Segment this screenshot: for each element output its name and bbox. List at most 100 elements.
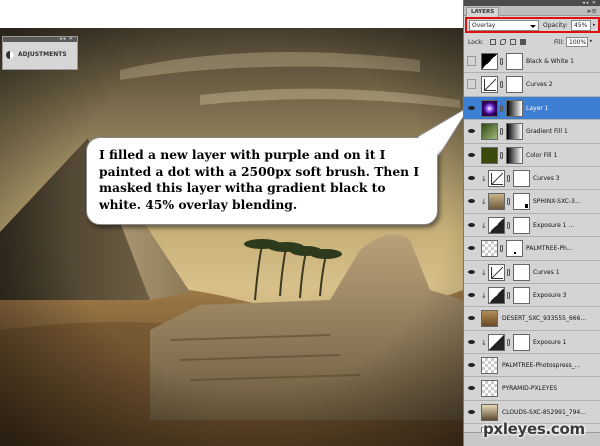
link-chain-icon[interactable] <box>500 128 503 136</box>
layer-row[interactable]: Black & White 1 <box>464 50 600 74</box>
opacity-slider-arrow-icon[interactable]: ▸ <box>593 22 596 28</box>
layer-row[interactable]: DESERT_SXC_933555_666... <box>464 307 600 331</box>
exposure-adjustment-icon[interactable] <box>488 286 505 304</box>
link-chain-icon[interactable] <box>500 245 503 253</box>
clipping-arrow-icon: ↓ <box>481 174 487 183</box>
visibility-eye-icon[interactable] <box>466 218 477 232</box>
gradient-fill-thumbnail[interactable] <box>481 123 498 141</box>
layer-mask-thumbnail[interactable] <box>513 263 530 281</box>
visibility-eye-icon[interactable] <box>466 265 477 279</box>
visibility-eye-icon[interactable] <box>466 148 477 162</box>
sphinx-thumbnail[interactable] <box>488 193 505 211</box>
layer-name: Exposure 1 <box>533 338 567 346</box>
visibility-eye-icon[interactable] <box>466 194 477 208</box>
layer-row[interactable]: ↓ Exposure 1 ... <box>464 213 600 238</box>
layer-mask-thumbnail[interactable] <box>506 53 523 70</box>
visibility-eye-icon[interactable] <box>466 124 477 138</box>
link-chain-icon[interactable] <box>507 198 510 206</box>
layer-name: PALMTREE-Photospress_... <box>502 362 581 370</box>
purple-glow-thumbnail[interactable] <box>481 99 498 117</box>
layer-row[interactable]: PALMTREE-Ph... <box>464 237 600 261</box>
layer-mask-thumbnail[interactable] <box>506 240 523 258</box>
layers-list: Black & White 1 Curves 2 Layer 1 Gradient F… <box>464 50 600 446</box>
visibility-eye-icon[interactable] <box>466 405 477 419</box>
layer-row[interactable]: Layer 1 <box>464 96 600 121</box>
palmtree-thumbnail[interactable] <box>481 240 498 258</box>
adjustments-panel[interactable]: ◂◂ ✕ ADJUSTMENTS <box>2 36 78 70</box>
pyramid-thumbnail[interactable] <box>481 380 498 398</box>
color-fill-thumbnail[interactable] <box>481 146 498 164</box>
link-chain-icon[interactable] <box>500 81 503 89</box>
visibility-eye-icon[interactable] <box>467 56 476 66</box>
layer-row[interactable]: Curves 2 <box>464 73 600 97</box>
collapse-icon[interactable]: ◂◂ ✕ <box>59 37 77 42</box>
exposure-adjustment-icon[interactable] <box>488 216 505 234</box>
layer-mask-thumbnail[interactable] <box>506 99 523 117</box>
layer-mask-thumbnail[interactable] <box>513 193 530 211</box>
link-chain-icon[interactable] <box>500 104 503 112</box>
panel-title-strip[interactable]: ◂◂ ✕ <box>3 37 77 42</box>
link-chain-icon[interactable] <box>507 268 510 276</box>
palmtree-thumbnail[interactable] <box>481 357 498 375</box>
layer-mask-thumbnail[interactable] <box>513 169 530 187</box>
opacity-input[interactable]: 45% <box>571 20 591 31</box>
panel-menu-icon[interactable]: ▸≡ <box>588 6 597 16</box>
tab-layers[interactable]: LAYERS <box>466 7 500 17</box>
layer-row[interactable]: ↓ Curves 3 <box>464 166 600 191</box>
visibility-eye-icon[interactable] <box>466 358 477 372</box>
clipping-arrow-icon: ↓ <box>481 221 487 230</box>
layer-row[interactable]: ↓ Exposure 3 <box>464 283 600 308</box>
adjustments-icon <box>6 50 14 59</box>
layers-panel[interactable]: ◂◂ ✕ LAYERS ▸≡ Overlay Opacity: 45% ▸ Lo… <box>463 0 600 446</box>
layer-name: PYRAMID-PXLEYES <box>502 385 558 393</box>
visibility-eye-icon[interactable] <box>466 381 477 395</box>
curves-adjustment-icon[interactable] <box>481 76 498 94</box>
fill-slider-arrow-icon[interactable]: ▸ <box>590 38 593 44</box>
visibility-eye-icon[interactable] <box>466 335 477 349</box>
layer-row[interactable]: ↓ SPHINX-SXC-3... <box>464 190 600 214</box>
visibility-eye-icon[interactable] <box>466 311 477 325</box>
visibility-eye-icon[interactable] <box>466 101 477 115</box>
curves-adjustment-icon[interactable] <box>488 263 505 281</box>
layer-row[interactable]: ↓ Curves 1 <box>464 260 600 284</box>
lock-transparency-icon[interactable] <box>490 39 496 45</box>
layer-row[interactable]: PYRAMID-PXLEYES <box>464 377 600 401</box>
lock-position-icon[interactable] <box>510 39 516 45</box>
lock-pixels-icon[interactable] <box>500 39 506 45</box>
link-chain-icon[interactable] <box>507 221 510 229</box>
opacity-value: 45% <box>574 22 588 29</box>
layer-mask-thumbnail[interactable] <box>513 333 530 351</box>
curves-adjustment-icon[interactable] <box>488 169 505 187</box>
link-chain-icon[interactable] <box>500 58 503 65</box>
desert-thumbnail[interactable] <box>481 310 498 328</box>
visibility-eye-icon[interactable] <box>466 288 477 302</box>
link-chain-icon[interactable] <box>507 291 510 299</box>
link-chain-icon[interactable] <box>507 174 510 182</box>
layer-row[interactable]: PALMTREE-Photospress_... <box>464 354 600 378</box>
clouds-thumbnail[interactable] <box>481 403 498 421</box>
visibility-eye-icon[interactable] <box>466 241 477 255</box>
layer-row[interactable]: Color Fill 1 <box>464 143 600 167</box>
layer-mask-thumbnail[interactable] <box>513 286 530 304</box>
blend-mode-select[interactable]: Overlay <box>469 20 539 31</box>
layer-row[interactable]: Gradient Fill 1 <box>464 120 600 144</box>
layer-mask-thumbnail[interactable] <box>506 146 523 164</box>
lock-all-icon[interactable] <box>520 39 526 45</box>
lock-label: Lock: <box>468 39 484 46</box>
layer-name: SPHINX-SXC-3... <box>533 198 581 206</box>
visibility-eye-icon[interactable] <box>467 79 476 90</box>
black-white-adjustment-icon[interactable] <box>481 53 498 70</box>
adjustments-tab[interactable]: ADJUSTMENTS <box>6 47 76 62</box>
layer-mask-thumbnail[interactable] <box>513 216 530 234</box>
layer-row[interactable]: ↓ Exposure 1 <box>464 330 600 355</box>
layer-mask-thumbnail[interactable] <box>506 123 523 141</box>
exposure-adjustment-icon[interactable] <box>488 333 505 351</box>
layer-mask-thumbnail[interactable] <box>506 76 523 94</box>
layer-name: Curves 3 <box>533 174 560 182</box>
link-chain-icon[interactable] <box>500 151 503 159</box>
fill-input[interactable]: 100% <box>566 37 588 47</box>
layer-name: PALMTREE-Ph... <box>526 245 573 253</box>
link-chain-icon[interactable] <box>507 338 510 346</box>
visibility-eye-icon[interactable] <box>466 171 477 185</box>
layer-name: Exposure 3 <box>533 291 567 299</box>
